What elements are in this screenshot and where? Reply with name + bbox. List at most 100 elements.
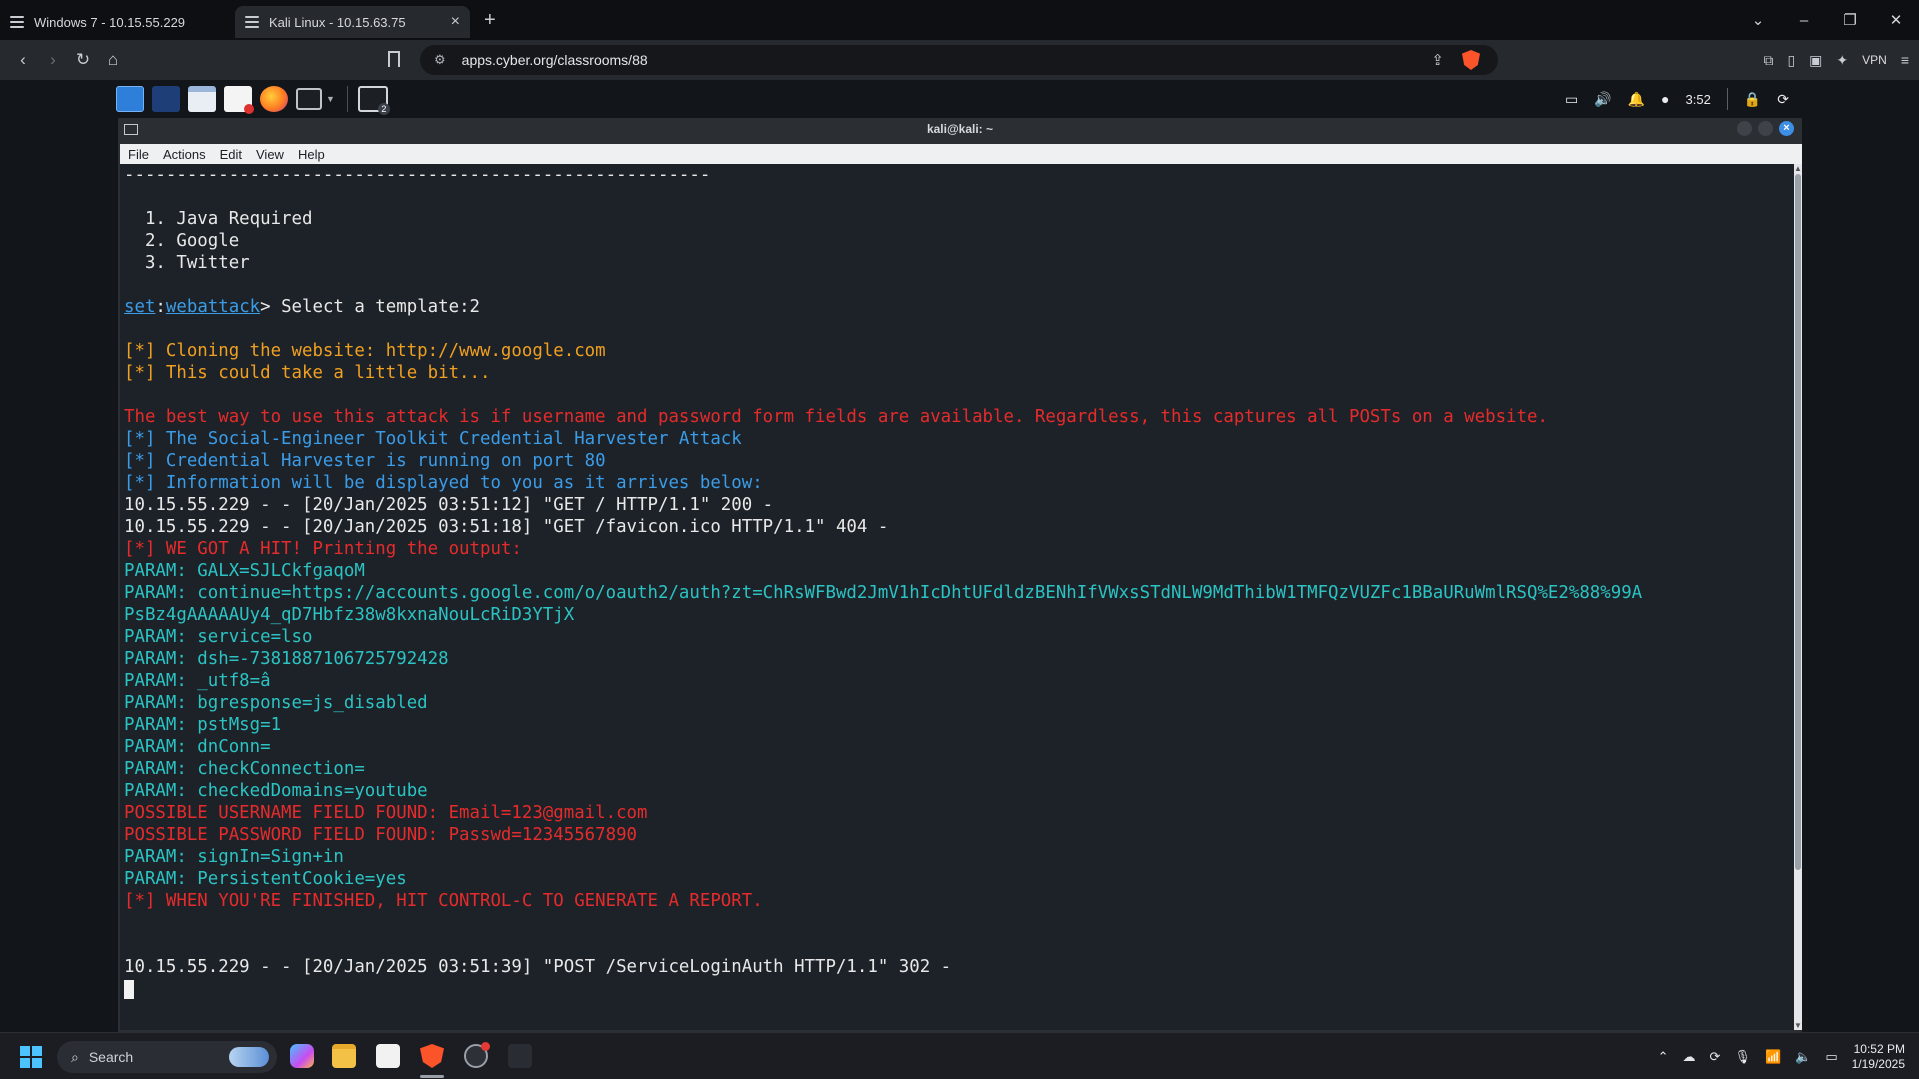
logout-icon[interactable]: ⟳ — [1777, 91, 1789, 108]
terminal-menubar: File Actions Edit View Help — [120, 144, 1802, 164]
wallet-icon[interactable]: ▣ — [1809, 52, 1822, 69]
sync-icon[interactable]: ⟳ — [1710, 1049, 1721, 1065]
url-field[interactable]: ⚙ apps.cyber.org/classrooms/88 ⇪ — [420, 45, 1498, 75]
battery-icon[interactable]: ▭ — [1825, 1049, 1837, 1065]
app-icon[interactable] — [464, 1042, 490, 1068]
terminal-line: POSSIBLE USERNAME FIELD FOUND: Email=123… — [124, 802, 1642, 824]
terminal-line: [*] WE GOT A HIT! Printing the output: — [124, 538, 1642, 560]
terminal-line: [*] Cloning the website: http://www.goog… — [124, 340, 1642, 362]
menu-help[interactable]: Help — [298, 147, 325, 162]
lock-icon[interactable]: 🔒 — [1744, 91, 1761, 108]
new-tab-button[interactable]: + — [484, 9, 496, 32]
close-icon[interactable]: × — [1779, 121, 1794, 136]
scroll-up-icon[interactable]: ▲ — [1794, 164, 1802, 173]
leo-ai-icon[interactable]: ✦ — [1836, 52, 1848, 69]
menu-edit[interactable]: Edit — [220, 147, 242, 162]
terminal-titlebar[interactable]: kali@kali: ~ × — [118, 118, 1802, 144]
minimize-icon[interactable] — [1737, 121, 1752, 136]
terminal-line: PARAM: bgresponse=js_disabled — [124, 692, 1642, 714]
windows-start-icon[interactable] — [20, 1046, 42, 1068]
panel-clock[interactable]: 3:52 — [1686, 92, 1711, 107]
terminal-line-text: PARAM: continue=https://accounts.google.… — [124, 583, 1643, 603]
tab-kali-linux[interactable]: Kali Linux - 10.15.63.75 × — [235, 6, 470, 38]
file-explorer-icon[interactable] — [332, 1044, 356, 1068]
forward-icon[interactable]: › — [38, 50, 68, 70]
screen-icon[interactable]: ▭ — [1565, 91, 1578, 108]
vpn-button[interactable]: VPN — [1862, 53, 1887, 67]
wifi-icon[interactable]: 📶 — [1765, 1049, 1781, 1065]
terminal-line-text: [*] Credential Harvester is running on p… — [124, 451, 606, 471]
kali-top-panel: ▼ 2 ▭ 🔊 🔔 ● 3:52 🔒 ⟳ — [116, 80, 1801, 118]
bookmark-icon[interactable] — [388, 51, 400, 67]
browser-menu-icon[interactable]: ≡ — [1901, 52, 1909, 68]
brave-browser-icon[interactable] — [420, 1044, 444, 1068]
terminal-line: PARAM: signIn=Sign+in — [124, 846, 1642, 868]
terminal-line-text: PARAM: dsh=-7381887106725792428 — [124, 649, 449, 669]
kali-menu-icon[interactable] — [116, 86, 144, 112]
extensions-icon[interactable]: ⧉ — [1763, 52, 1773, 69]
share-icon[interactable]: ⇪ — [1431, 51, 1444, 69]
scrollbar-thumb[interactable] — [1795, 174, 1801, 870]
firefox-icon[interactable] — [260, 86, 288, 112]
menu-actions[interactable]: Actions — [163, 147, 206, 162]
menu-file[interactable]: File — [128, 147, 149, 162]
app-icon[interactable] — [508, 1044, 532, 1068]
onedrive-icon[interactable]: ☁ — [1683, 1049, 1696, 1065]
workspace-terminal-icon[interactable]: 2 — [357, 86, 390, 115]
chevron-up-icon[interactable]: ⌃ — [1658, 1049, 1669, 1065]
terminal-scrollbar[interactable]: ▲ ▼ — [1794, 164, 1802, 1030]
microphone-icon[interactable]: 🎙 — [1734, 1049, 1751, 1065]
notification-bell-icon[interactable]: 🔔 — [1628, 91, 1645, 108]
terminal-line-text: PARAM: signIn=Sign+in — [124, 847, 344, 867]
chevron-down-icon[interactable]: ▼ — [326, 94, 335, 104]
terminal-line-text: 10.15.55.229 - - [20/Jan/2025 03:51:12] … — [124, 495, 774, 515]
terminal-icon[interactable] — [296, 88, 322, 110]
volume-icon[interactable]: 🔊 — [1594, 91, 1611, 108]
close-tab-icon[interactable]: × — [451, 13, 460, 31]
terminal-output[interactable]: ----------------------------------------… — [120, 164, 1796, 1030]
minimize-icon[interactable]: – — [1781, 12, 1827, 29]
screen: Windows 7 - 10.15.55.229 Kali Linux - 10… — [0, 0, 1919, 1079]
terminal-line: set:webattack> Select a template:2 — [124, 296, 1642, 318]
maximize-icon[interactable] — [1758, 121, 1773, 136]
terminal-line: PARAM: pstMsg=1 — [124, 714, 1642, 736]
close-window-icon[interactable]: ✕ — [1873, 11, 1919, 29]
brave-shield-icon[interactable] — [1462, 50, 1480, 70]
menu-icon — [10, 16, 24, 28]
back-icon[interactable]: ‹ — [8, 50, 38, 70]
volume-icon[interactable]: 🔈 — [1795, 1049, 1811, 1065]
reload-icon[interactable]: ↻ — [68, 50, 98, 70]
remote-desktop: ▼ 2 ▭ 🔊 🔔 ● 3:52 🔒 ⟳ kali@kali: ~ × File… — [0, 80, 1919, 1079]
terminal-line-text: POSSIBLE PASSWORD FIELD FOUND: Passwd=12… — [124, 825, 638, 845]
taskbar-clock[interactable]: 10:52 PM 1/19/2025 — [1852, 1042, 1905, 1072]
desktop-icon[interactable] — [152, 86, 180, 112]
site-settings-icon[interactable]: ⚙ — [434, 52, 446, 68]
window-controls: ⌄ – ❐ ✕ — [1735, 0, 1919, 40]
terminal-line-text: PARAM: bgresponse=js_disabled — [124, 693, 428, 713]
text-editor-icon[interactable] — [224, 86, 254, 114]
terminal-line: ----------------------------------------… — [124, 164, 1642, 186]
scroll-down-icon[interactable]: ▼ — [1794, 1021, 1802, 1030]
tab-list-chevron-icon[interactable]: ⌄ — [1735, 11, 1781, 29]
taskbar-search[interactable]: ⌕ Search — [57, 1041, 277, 1073]
terminal-line: 3. Twitter — [124, 252, 1642, 274]
tab-windows7[interactable]: Windows 7 - 10.15.55.229 — [0, 6, 235, 38]
search-icon: ⌕ — [71, 1048, 79, 1065]
menu-view[interactable]: View — [256, 147, 284, 162]
terminal-line-text: 3. Twitter — [124, 253, 250, 273]
terminal-window-controls: × — [1737, 121, 1794, 136]
restore-icon[interactable]: ❐ — [1827, 11, 1873, 29]
sidebar-icon[interactable]: ▯ — [1787, 52, 1795, 69]
home-icon[interactable]: ⌂ — [98, 50, 128, 70]
copilot-icon[interactable] — [290, 1044, 314, 1068]
file-manager-icon[interactable] — [188, 86, 216, 112]
terminal-line-text: [*] WHEN YOU'RE FINISHED, HIT CONTROL-C … — [124, 891, 763, 911]
store-icon[interactable] — [376, 1044, 400, 1068]
terminal-line: 10.15.55.229 - - [20/Jan/2025 03:51:39] … — [124, 956, 1642, 978]
terminal-line-text: PARAM: _utf8=â — [124, 671, 271, 691]
power-status-icon[interactable]: ● — [1661, 91, 1669, 107]
